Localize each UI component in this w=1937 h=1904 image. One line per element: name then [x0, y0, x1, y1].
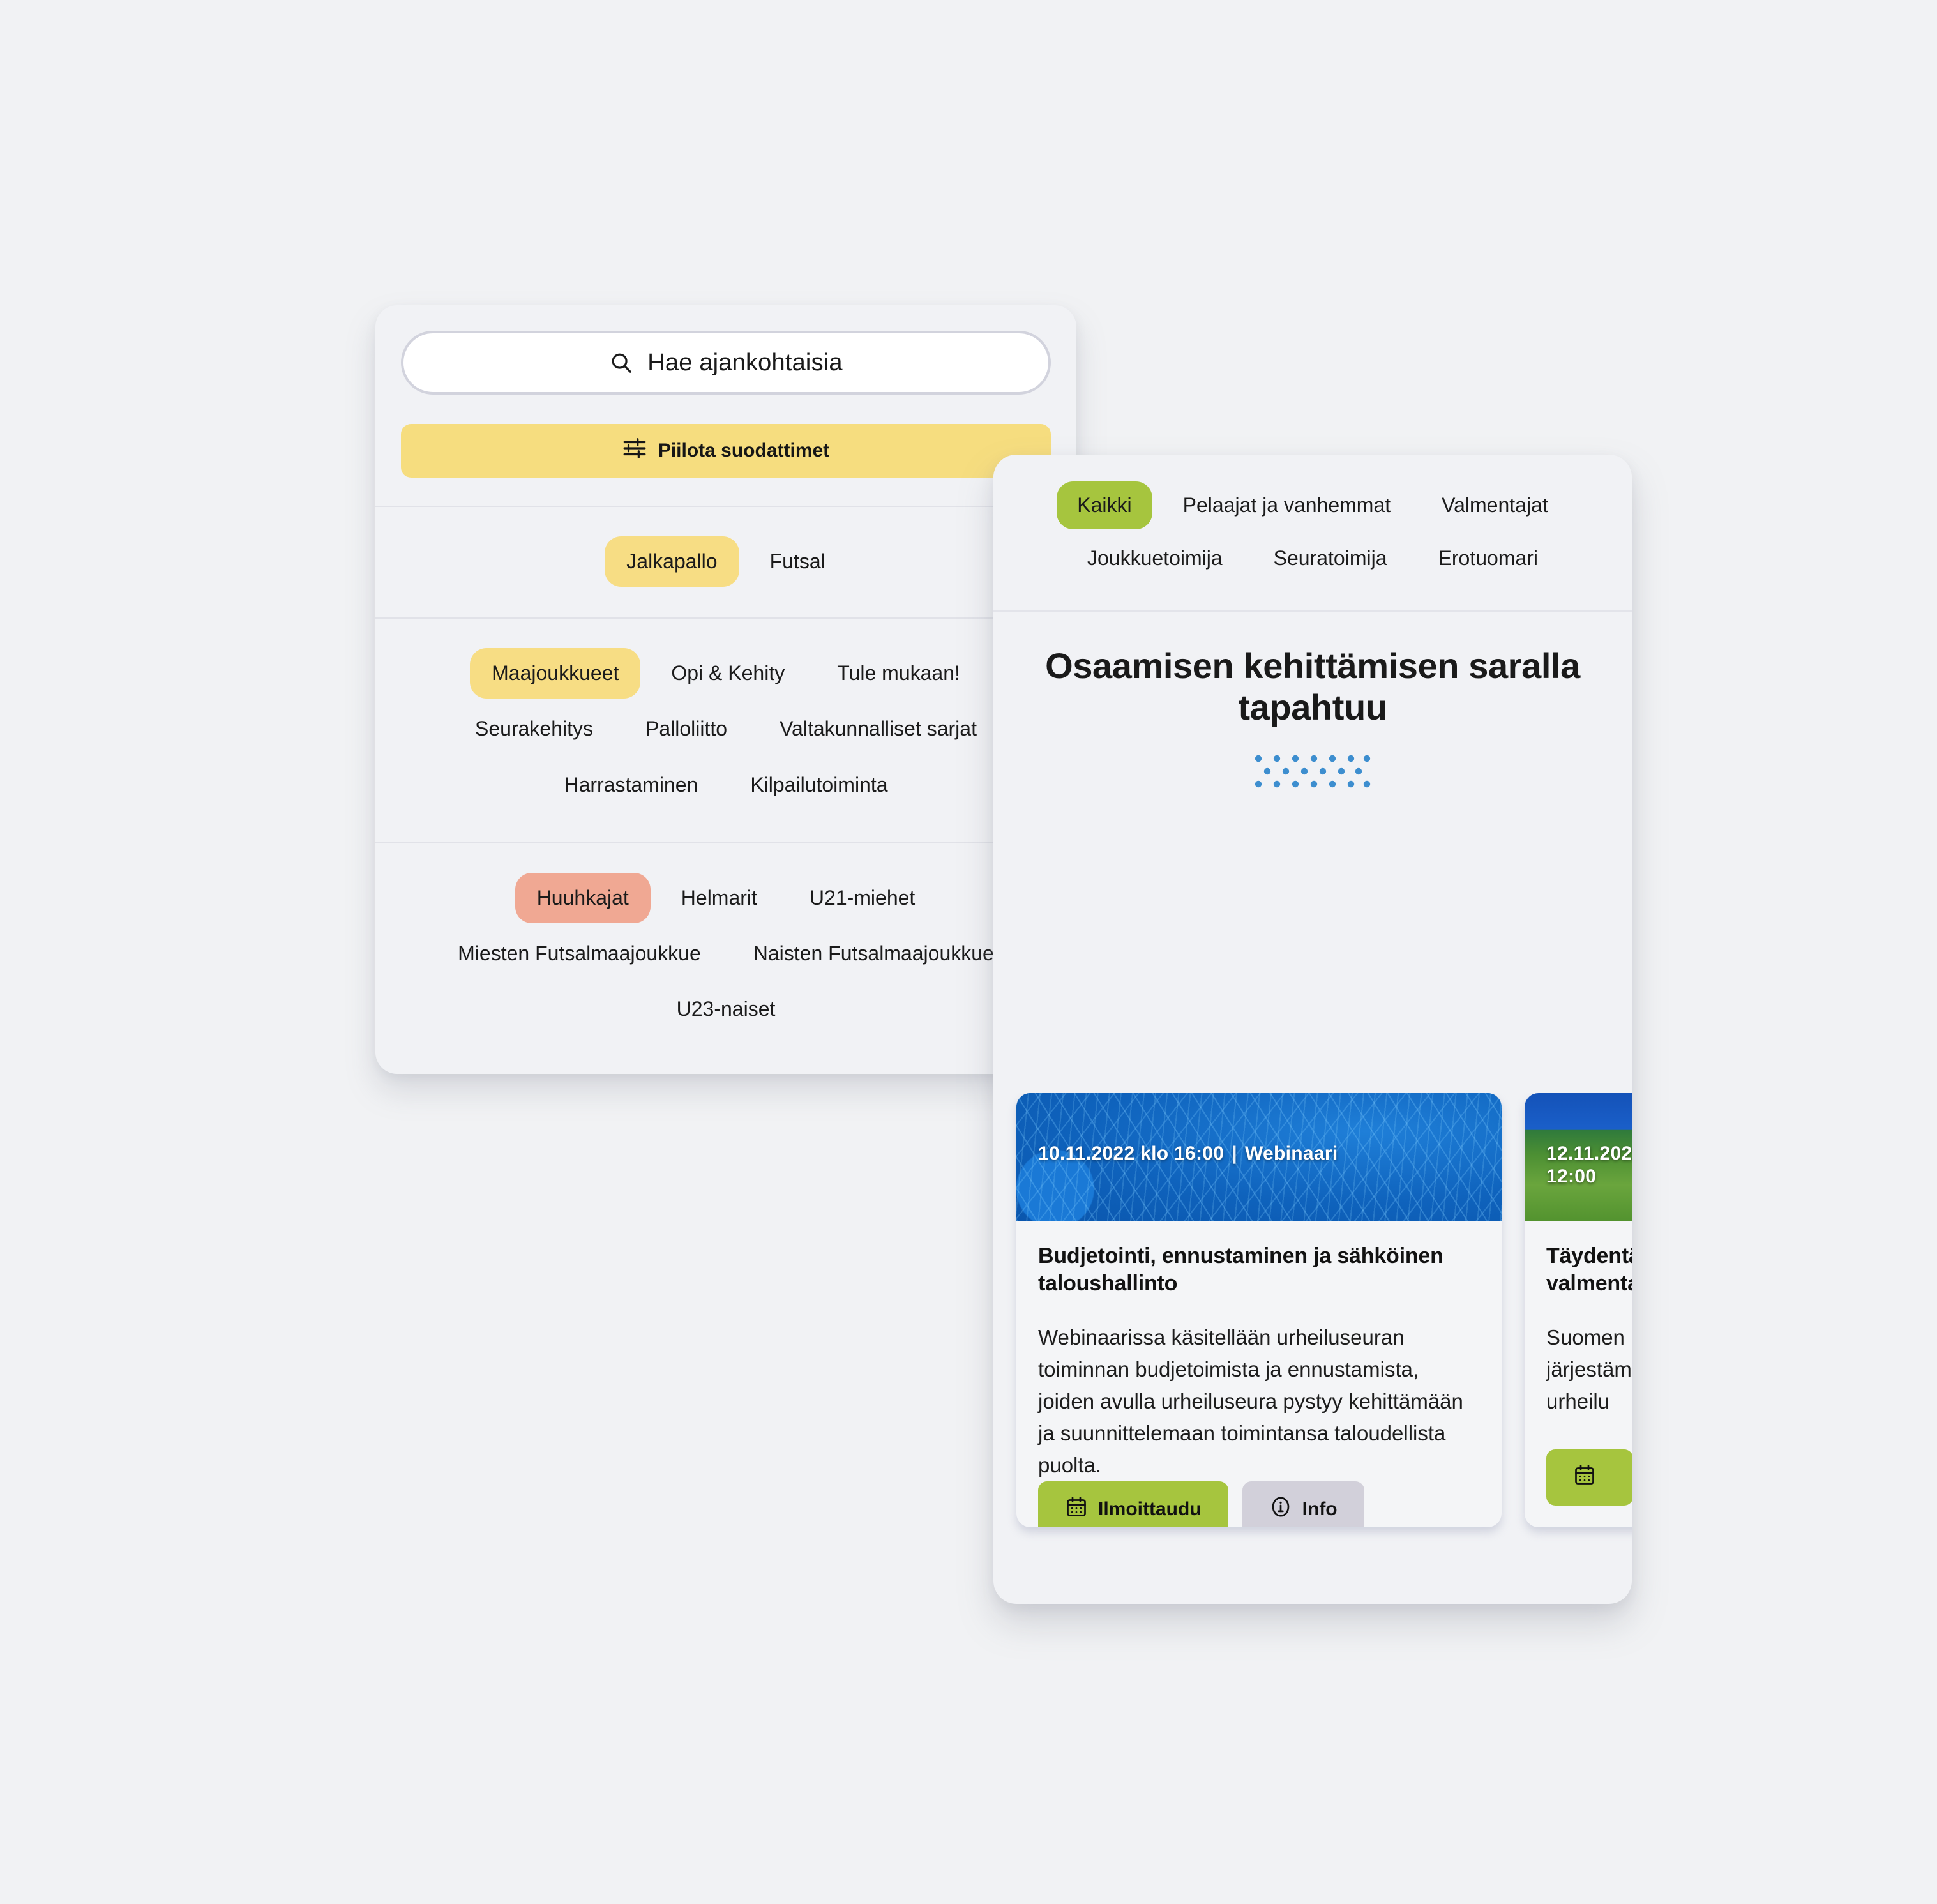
- event-card-title: Täydentävä valmentaja: [1546, 1244, 1632, 1296]
- tab-seuratoimija[interactable]: Seuratoimija: [1253, 534, 1408, 582]
- sport-chip-row: Jalkapallo Futsal: [401, 536, 1051, 587]
- hide-filters-label: Piilota suodattimet: [658, 440, 830, 461]
- calendar-icon: [1065, 1495, 1088, 1523]
- chip-maajoukkueet[interactable]: Maajoukkueet: [470, 648, 641, 699]
- chip-palloliitto[interactable]: Palloliitto: [624, 704, 749, 754]
- tab-joukkuetoimija[interactable]: Joukkuetoimija: [1067, 534, 1243, 582]
- team-chip-row: Huuhkajat Helmarit U21-miehet Miesten Fu…: [401, 872, 1051, 1035]
- event-card-carousel[interactable]: 10.11.2022 klo 16:00 | Webinaari Budjetoin…: [993, 1093, 1632, 1604]
- topic-filter-section: Maajoukkueet Opi & Kehity Tule mukaan! S…: [375, 619, 1076, 843]
- event-card-body: Täydentävä valmentaja Suomen järjestämä …: [1525, 1221, 1632, 1449]
- chip-naisten-futsalmaajoukkue[interactable]: Naisten Futsalmaajoukkue: [732, 928, 1016, 979]
- event-card-datebar: 10.11.2022 klo 16:00 | Webinaari: [1038, 1119, 1486, 1165]
- events-header: Osaamisen kehittämisen saralla tapahtuu: [993, 612, 1632, 801]
- event-date: 10.11.2022 klo 16:00: [1038, 1142, 1225, 1164]
- hide-filters-section: Piilota suodattimet: [375, 424, 1076, 507]
- event-type: Webinaari: [1244, 1142, 1338, 1164]
- chip-seurakehitys[interactable]: Seurakehitys: [453, 704, 615, 754]
- search-section: Hae ajankohtaisia: [375, 305, 1076, 424]
- screenshot-stage: Hae ajankohtaisia Piilota suodattimet Ja…: [0, 0, 1937, 1904]
- sliders-icon: [622, 436, 647, 465]
- events-panel: Kaikki Pelaajat ja vanhemmat Valmentajat…: [993, 455, 1632, 1604]
- chip-u23-naiset[interactable]: U23-naiset: [655, 984, 797, 1034]
- chip-kilpailutoiminta[interactable]: Kilpailutoiminta: [728, 760, 909, 810]
- event-card-datebar: 12.11.2022 klo 12:00: [1546, 1119, 1632, 1189]
- info-button-label: Info: [1302, 1499, 1338, 1520]
- chip-jalkapallo[interactable]: Jalkapallo: [605, 536, 739, 587]
- events-tabs: Kaikki Pelaajat ja vanhemmat Valmentajat…: [993, 455, 1632, 613]
- filter-panel: Hae ajankohtaisia Piilota suodattimet Ja…: [375, 305, 1076, 1075]
- event-card-title: Budjetointi, ennustaminen ja sähköinen t…: [1038, 1244, 1443, 1296]
- event-card[interactable]: 10.11.2022 klo 16:00 | Webinaari Budjetoin…: [1016, 1093, 1502, 1527]
- search-icon: [609, 351, 633, 375]
- info-circle-icon: [1269, 1495, 1292, 1523]
- team-filter-section: Huuhkajat Helmarit U21-miehet Miesten Fu…: [375, 843, 1076, 1075]
- calendar-icon: [1573, 1463, 1596, 1492]
- chip-valtakunnalliset-sarjat[interactable]: Valtakunnalliset sarjat: [758, 704, 999, 754]
- event-card[interactable]: 12.11.2022 klo 12:00 Täydentävä valmenta…: [1525, 1093, 1632, 1527]
- chip-miesten-futsalmaajoukkue[interactable]: Miesten Futsalmaajoukkue: [436, 928, 723, 979]
- event-card-image: 12.11.2022 klo 12:00: [1525, 1093, 1632, 1221]
- chip-u21-miehet[interactable]: U21-miehet: [788, 873, 937, 923]
- signup-button[interactable]: Ilmoittaudu: [1038, 1481, 1228, 1527]
- search-placeholder-text: Hae ajankohtaisia: [647, 349, 843, 376]
- signup-button[interactable]: [1546, 1449, 1632, 1506]
- topic-chip-row: Maajoukkueet Opi & Kehity Tule mukaan! S…: [401, 648, 1051, 810]
- chip-tule-mukaan[interactable]: Tule mukaan!: [815, 648, 982, 699]
- event-card-image: 10.11.2022 klo 16:00 | Webinaari: [1016, 1093, 1502, 1221]
- chip-harrastaminen[interactable]: Harrastaminen: [542, 760, 720, 810]
- signup-button-label: Ilmoittaudu: [1098, 1499, 1202, 1520]
- search-input[interactable]: Hae ajankohtaisia: [401, 331, 1051, 395]
- chip-helmarit[interactable]: Helmarit: [659, 873, 779, 923]
- event-date: 12.11.2022 klo 12:00: [1546, 1142, 1632, 1188]
- chip-huuhkajat[interactable]: Huuhkajat: [515, 872, 651, 923]
- events-tab-row: Kaikki Pelaajat ja vanhemmat Valmentajat…: [1011, 481, 1614, 582]
- chip-futsal[interactable]: Futsal: [748, 536, 847, 587]
- sport-filter-section: Jalkapallo Futsal: [375, 507, 1076, 619]
- tab-pelaajat-ja-vanhemmat[interactable]: Pelaajat ja vanhemmat: [1163, 481, 1412, 529]
- info-button[interactable]: Info: [1242, 1481, 1364, 1527]
- event-card-description: Webinaarissa käsitellään urheiluseuran t…: [1038, 1325, 1463, 1477]
- event-card-description: Suomen järjestämä urheilu: [1546, 1325, 1632, 1413]
- event-datebar-separator: |: [1232, 1142, 1237, 1164]
- tab-valmentajat[interactable]: Valmentajat: [1421, 481, 1569, 529]
- chip-opi-ja-kehity[interactable]: Opi & Kehity: [649, 648, 806, 699]
- tab-kaikki[interactable]: Kaikki: [1057, 481, 1152, 530]
- event-card-actions: [1525, 1449, 1632, 1527]
- hide-filters-button[interactable]: Piilota suodattimet: [401, 424, 1051, 478]
- event-card-body: Budjetointi, ennustaminen ja sähköinen t…: [1016, 1221, 1502, 1481]
- events-title: Osaamisen kehittämisen saralla tapahtuu: [1045, 646, 1580, 728]
- event-card-actions: Ilmoittaudu Info: [1016, 1481, 1502, 1527]
- dot-pattern-decoration: [1038, 754, 1587, 790]
- tab-erotuomari[interactable]: Erotuomari: [1418, 534, 1559, 582]
